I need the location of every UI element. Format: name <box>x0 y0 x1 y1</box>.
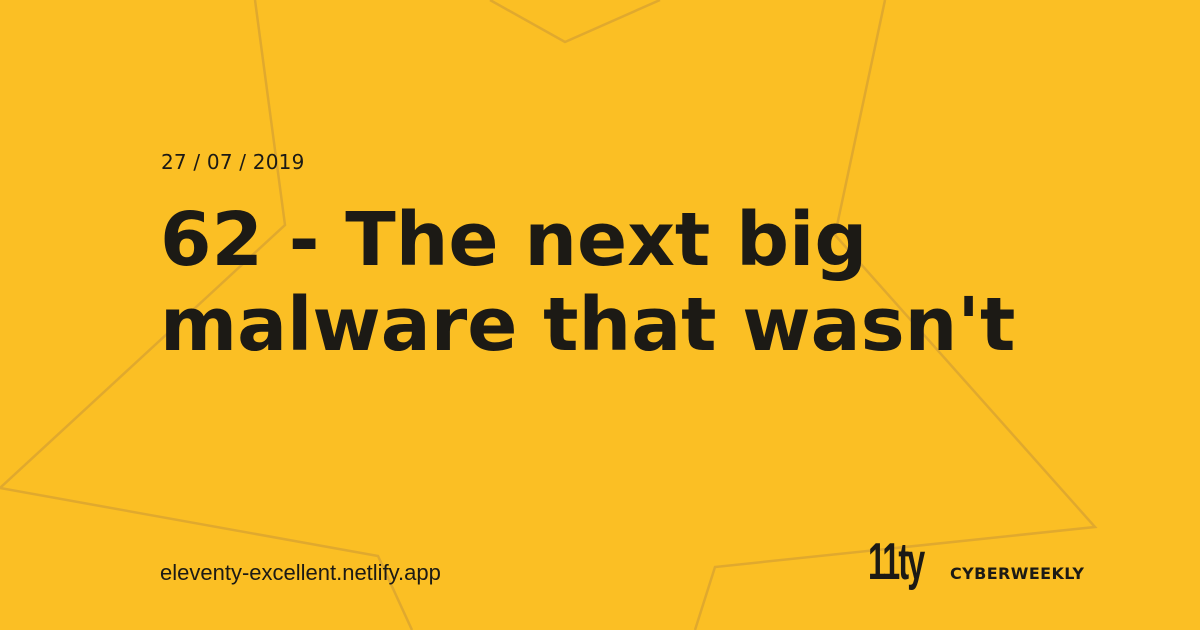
brand: 11ty CYBERWEEKLY <box>868 534 1084 590</box>
og-card: 27 / 07 / 2019 62 - The next big malware… <box>0 0 1200 630</box>
eleventy-logo: 11ty <box>868 533 925 591</box>
brand-name: CYBERWEEKLY <box>950 563 1085 583</box>
post-title: 62 - The next big malware that wasn't <box>160 197 1016 368</box>
post-date: 27 / 07 / 2019 <box>161 150 305 174</box>
site-url: eleventy-excellent.netlify.app <box>160 560 441 585</box>
